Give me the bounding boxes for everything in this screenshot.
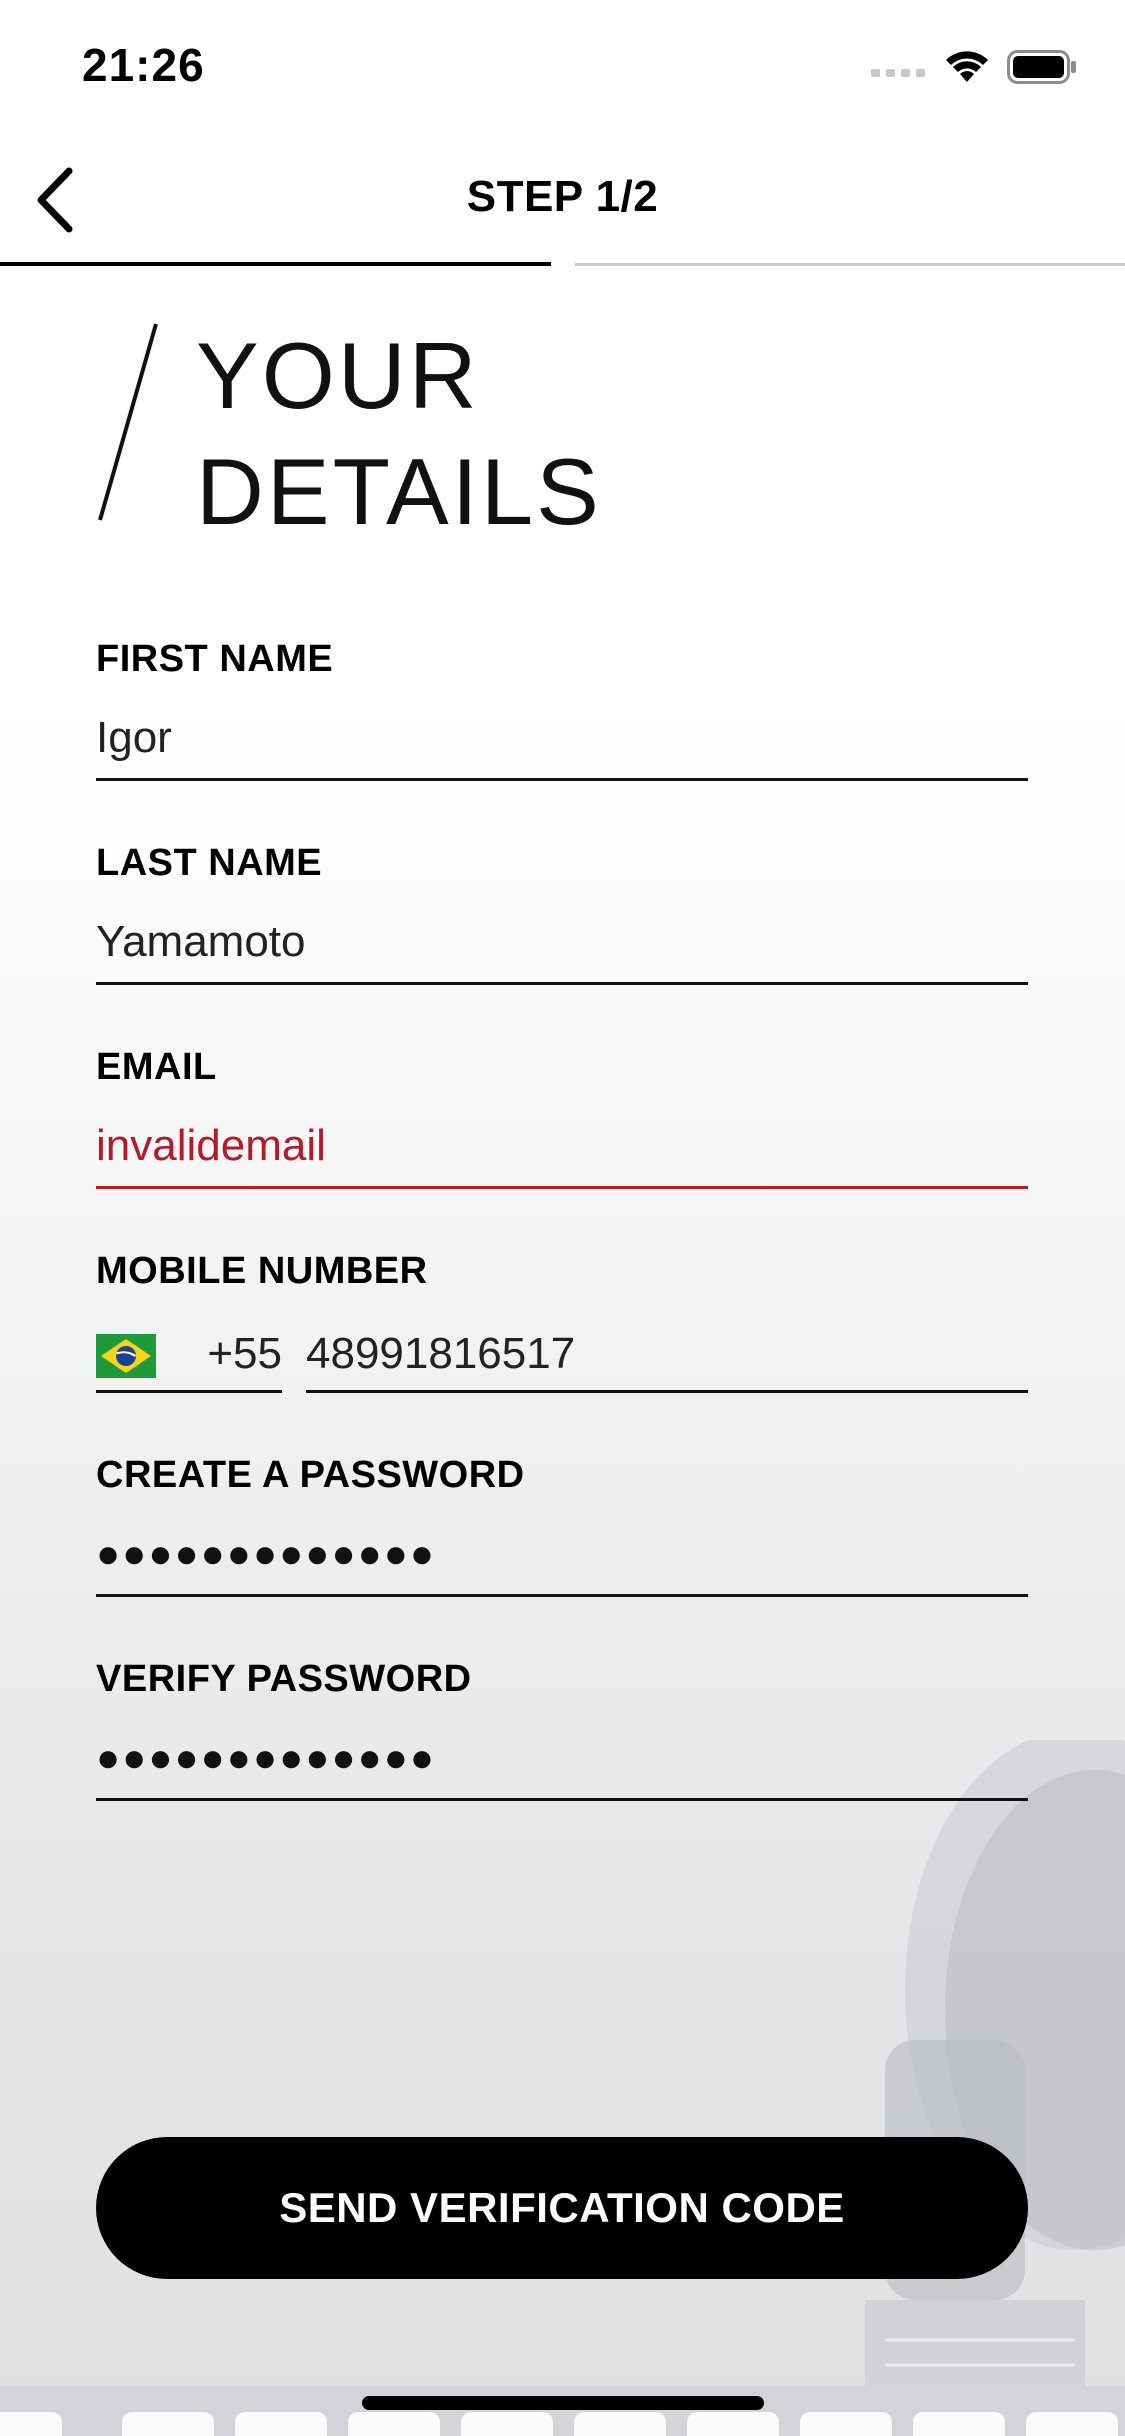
home-indicator[interactable] bbox=[362, 2396, 764, 2410]
email-field: EMAIL invalidemail bbox=[96, 1042, 1028, 1189]
keyboard-key bbox=[348, 2412, 440, 2436]
keyboard-key bbox=[913, 2412, 1005, 2436]
first-name-field: FIRST NAME Igor bbox=[96, 634, 1028, 781]
last-name-label: LAST NAME bbox=[96, 842, 323, 884]
email-label: EMAIL bbox=[96, 1046, 217, 1088]
email-input[interactable]: invalidemail bbox=[96, 1114, 1028, 1189]
country-code-selector[interactable]: +55 bbox=[96, 1318, 282, 1393]
first-name-input[interactable]: Igor bbox=[96, 706, 1028, 781]
progress-bar-complete bbox=[0, 262, 551, 266]
create-password-input[interactable]: ●●●●●●●●●●●●● bbox=[96, 1522, 1028, 1597]
slash-decoration bbox=[98, 323, 158, 521]
keyboard-key bbox=[1026, 2412, 1118, 2436]
status-time: 21:26 bbox=[82, 39, 205, 91]
brazil-flag-icon bbox=[96, 1334, 156, 1378]
verify-password-input[interactable]: ●●●●●●●●●●●●● bbox=[96, 1726, 1028, 1801]
keyboard-peek bbox=[0, 2386, 1125, 2436]
progress-bar-remaining bbox=[575, 263, 1125, 266]
first-name-label: FIRST NAME bbox=[96, 638, 334, 680]
signup-screen: 21:26 STEP 1/2 YOUR DETAILS FIRST NAME I… bbox=[0, 0, 1125, 2436]
keyboard-key bbox=[0, 2412, 62, 2436]
page-title: YOUR DETAILS bbox=[196, 318, 602, 550]
create-password-field: CREATE A PASSWORD ●●●●●●●●●●●●● bbox=[96, 1450, 1028, 1597]
battery-icon bbox=[1007, 50, 1077, 89]
mobile-number-label: MOBILE NUMBER bbox=[96, 1250, 428, 1292]
step-title: STEP 1/2 bbox=[466, 172, 659, 221]
nav-bar: STEP 1/2 bbox=[0, 150, 1125, 260]
keyboard-key bbox=[574, 2412, 666, 2436]
keyboard-key bbox=[235, 2412, 327, 2436]
mobile-number-row: +55 48991816517 bbox=[96, 1318, 1028, 1393]
mobile-number-field: MOBILE NUMBER +55 48991816517 bbox=[96, 1246, 1028, 1393]
verify-password-field: VERIFY PASSWORD ●●●●●●●●●●●●● bbox=[96, 1654, 1028, 1801]
signal-icon bbox=[871, 57, 927, 82]
dial-code: +55 bbox=[207, 1329, 282, 1378]
dumbbell-background-image bbox=[865, 1740, 1125, 2436]
mobile-number-input[interactable]: 48991816517 bbox=[306, 1318, 1028, 1393]
send-verification-code-button[interactable]: SEND VERIFICATION CODE bbox=[96, 2137, 1028, 2279]
page-title-line2: DETAILS bbox=[196, 439, 602, 544]
keyboard-key bbox=[461, 2412, 553, 2436]
page-title-line1: YOUR bbox=[196, 323, 480, 428]
keyboard-key bbox=[800, 2412, 892, 2436]
status-bar: 21:26 bbox=[0, 0, 1125, 135]
status-icons bbox=[871, 50, 1077, 89]
last-name-input[interactable]: Yamamoto bbox=[96, 910, 1028, 985]
verify-password-label: VERIFY PASSWORD bbox=[96, 1658, 472, 1700]
last-name-field: LAST NAME Yamamoto bbox=[96, 838, 1028, 985]
wifi-icon bbox=[945, 50, 989, 89]
keyboard-key bbox=[687, 2412, 779, 2436]
keyboard-key bbox=[122, 2412, 214, 2436]
create-password-label: CREATE A PASSWORD bbox=[96, 1454, 525, 1496]
